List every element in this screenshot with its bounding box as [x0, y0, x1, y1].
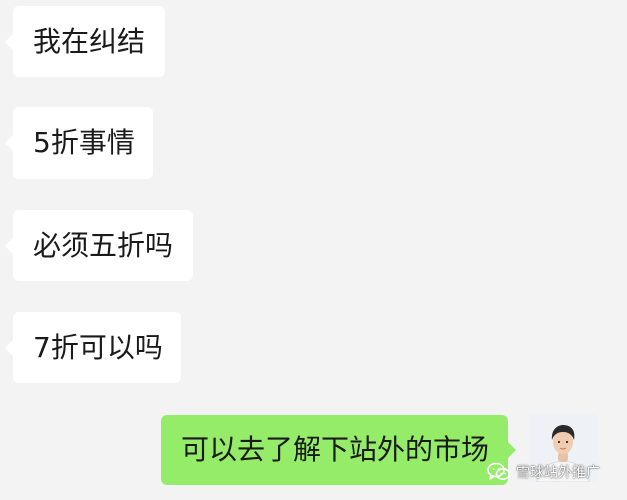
incoming-message-bubble[interactable]: 7折可以吗	[5, 312, 181, 383]
message-text: 7折可以吗	[33, 330, 163, 364]
message-text: 可以去了解下站外的市场	[181, 433, 490, 466]
watermark-text: 雪球站外推广	[516, 465, 600, 481]
message-text: 5折事情	[33, 126, 135, 159]
message-text: 我在纠结	[33, 24, 146, 58]
wechat-icon	[487, 462, 511, 480]
outgoing-message-bubble[interactable]: 可以去了解下站外的市场	[161, 415, 516, 485]
message-text: 必须五折吗	[33, 228, 174, 262]
chat-message-area[interactable]: 我在纠结 5折事情 必须五折吗 7折可以吗 可以去了解下站外的市场 雪球站外推广	[0, 0, 627, 500]
incoming-message-bubble[interactable]: 我在纠结	[5, 6, 165, 77]
watermark: 雪球站外推广	[487, 460, 600, 484]
incoming-message-bubble[interactable]: 必须五折吗	[5, 210, 193, 281]
incoming-message-bubble[interactable]: 5折事情	[5, 107, 153, 179]
